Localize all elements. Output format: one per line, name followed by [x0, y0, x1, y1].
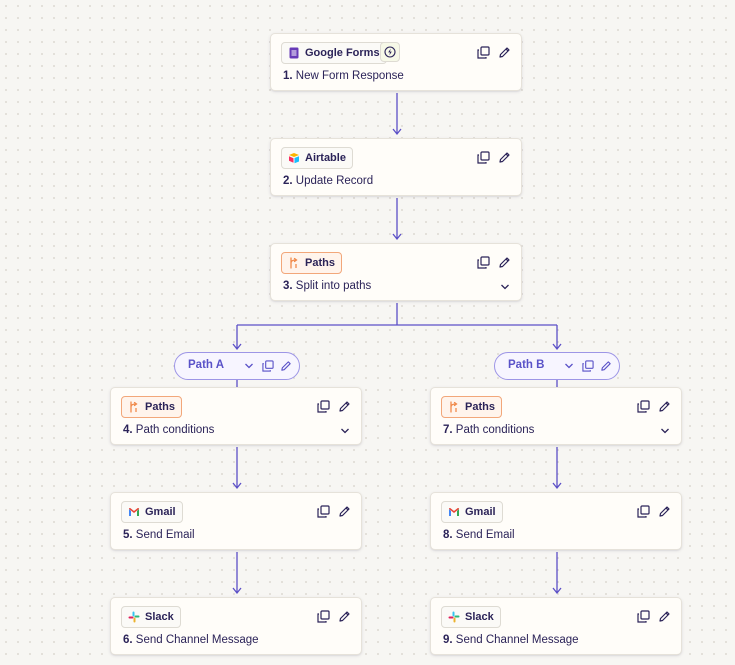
path-pill-a[interactable]: Path A: [174, 352, 300, 380]
duplicate-icon[interactable]: [635, 503, 651, 519]
app-name: Slack: [145, 611, 174, 623]
app-badge-google-forms: Google Forms: [281, 42, 387, 64]
chevron-down-icon[interactable]: [563, 360, 575, 372]
step-card-2[interactable]: Airtable 2. Update Record: [270, 138, 522, 196]
step-number: 8.: [443, 529, 453, 541]
app-name: Paths: [145, 401, 175, 413]
connector-split-arrow-a: [232, 343, 242, 351]
path-label: Path A: [188, 359, 224, 371]
chevron-down-icon[interactable]: [498, 280, 512, 294]
pencil-icon[interactable]: [656, 608, 672, 624]
chevron-down-icon[interactable]: [658, 424, 672, 438]
duplicate-icon[interactable]: [315, 398, 331, 414]
app-badge-paths: Paths: [281, 252, 342, 274]
app-name: Gmail: [145, 506, 176, 518]
duplicate-icon[interactable]: [581, 359, 595, 373]
connector-lines: [232, 93, 562, 595]
step-label: 1. New Form Response: [283, 70, 404, 82]
step-card-5[interactable]: Gmail 5. Send Email: [110, 492, 362, 550]
step-number: 6.: [123, 634, 133, 646]
step-number: 5.: [123, 529, 133, 541]
step-title: Path conditions: [455, 424, 535, 436]
pencil-icon[interactable]: [496, 149, 512, 165]
pencil-icon[interactable]: [496, 44, 512, 60]
pencil-icon[interactable]: [336, 608, 352, 624]
duplicate-icon[interactable]: [635, 398, 651, 414]
paths-icon: [450, 401, 458, 413]
step-title: Send Email: [135, 529, 195, 541]
slack-icon: [128, 611, 140, 623]
pencil-icon[interactable]: [336, 398, 352, 414]
step-title: Send Email: [455, 529, 515, 541]
step-label: 6. Send Channel Message: [123, 634, 259, 646]
paths-icon: [130, 401, 138, 413]
step-title: Send Channel Message: [455, 634, 579, 646]
step-title: Path conditions: [135, 424, 215, 436]
step-card-6[interactable]: Slack 6. Send Channel Message: [110, 597, 362, 655]
pencil-icon[interactable]: [599, 359, 613, 373]
app-name: Airtable: [305, 152, 346, 164]
step-label: 5. Send Email: [123, 529, 195, 541]
step-title: Update Record: [295, 175, 374, 187]
step-card-8[interactable]: Gmail 8. Send Email: [430, 492, 682, 550]
chevron-down-icon[interactable]: [338, 424, 352, 438]
step-card-4[interactable]: Paths 4. Path conditions: [110, 387, 362, 445]
duplicate-icon[interactable]: [315, 608, 331, 624]
connector-split-arrow-b: [552, 343, 562, 351]
app-name: Paths: [465, 401, 495, 413]
step-card-9[interactable]: Slack 9. Send Channel Message: [430, 597, 682, 655]
step-label: 3. Split into paths: [283, 280, 371, 292]
pencil-icon[interactable]: [336, 503, 352, 519]
pencil-icon[interactable]: [656, 503, 672, 519]
step-title: Split into paths: [295, 280, 372, 292]
path-pill-b[interactable]: Path B: [494, 352, 620, 380]
path-label: Path B: [508, 359, 545, 371]
duplicate-icon[interactable]: [635, 608, 651, 624]
connector-split: [236, 303, 558, 348]
step-number: 2.: [283, 175, 293, 187]
step-card-7[interactable]: Paths 7. Path conditions: [430, 387, 682, 445]
paths-icon: [290, 257, 298, 269]
duplicate-icon[interactable]: [475, 254, 491, 270]
step-label: 7. Path conditions: [443, 424, 534, 436]
duplicate-icon[interactable]: [475, 44, 491, 60]
pencil-icon[interactable]: [279, 359, 293, 373]
duplicate-icon[interactable]: [261, 359, 275, 373]
app-badge-slack: Slack: [121, 606, 181, 628]
step-label: 8. Send Email: [443, 529, 515, 541]
step-card-3[interactable]: Paths 3. Split into paths: [270, 243, 522, 301]
step-title: Send Channel Message: [135, 634, 259, 646]
duplicate-icon[interactable]: [315, 503, 331, 519]
airtable-icon: [289, 153, 299, 164]
step-number: 1.: [283, 70, 293, 82]
gmail-icon: [449, 508, 459, 516]
pencil-icon[interactable]: [496, 254, 512, 270]
app-name: Gmail: [465, 506, 496, 518]
step-number: 4.: [123, 424, 133, 436]
google-forms-icon: [289, 47, 299, 59]
chevron-down-icon[interactable]: [243, 360, 255, 372]
app-badge-slack: Slack: [441, 606, 501, 628]
step-number: 9.: [443, 634, 453, 646]
app-badge-paths: Paths: [121, 396, 182, 418]
step-label: 2. Update Record: [283, 175, 373, 187]
app-name: Slack: [465, 611, 494, 623]
pencil-icon[interactable]: [656, 398, 672, 414]
app-badge-gmail: Gmail: [441, 501, 503, 523]
lightning-icon[interactable]: [380, 42, 400, 62]
app-badge-paths: Paths: [441, 396, 502, 418]
step-number: 3.: [283, 280, 293, 292]
app-name: Paths: [305, 257, 335, 269]
step-label: 4. Path conditions: [123, 424, 214, 436]
step-card-1[interactable]: Google Forms 1. New Form Response: [270, 33, 522, 91]
app-name: Google Forms: [305, 47, 380, 59]
step-title: New Form Response: [295, 70, 404, 82]
gmail-icon: [129, 508, 139, 516]
app-badge-gmail: Gmail: [121, 501, 183, 523]
app-badge-airtable: Airtable: [281, 147, 353, 169]
step-label: 9. Send Channel Message: [443, 634, 579, 646]
slack-icon: [448, 611, 460, 623]
step-number: 7.: [443, 424, 453, 436]
duplicate-icon[interactable]: [475, 149, 491, 165]
